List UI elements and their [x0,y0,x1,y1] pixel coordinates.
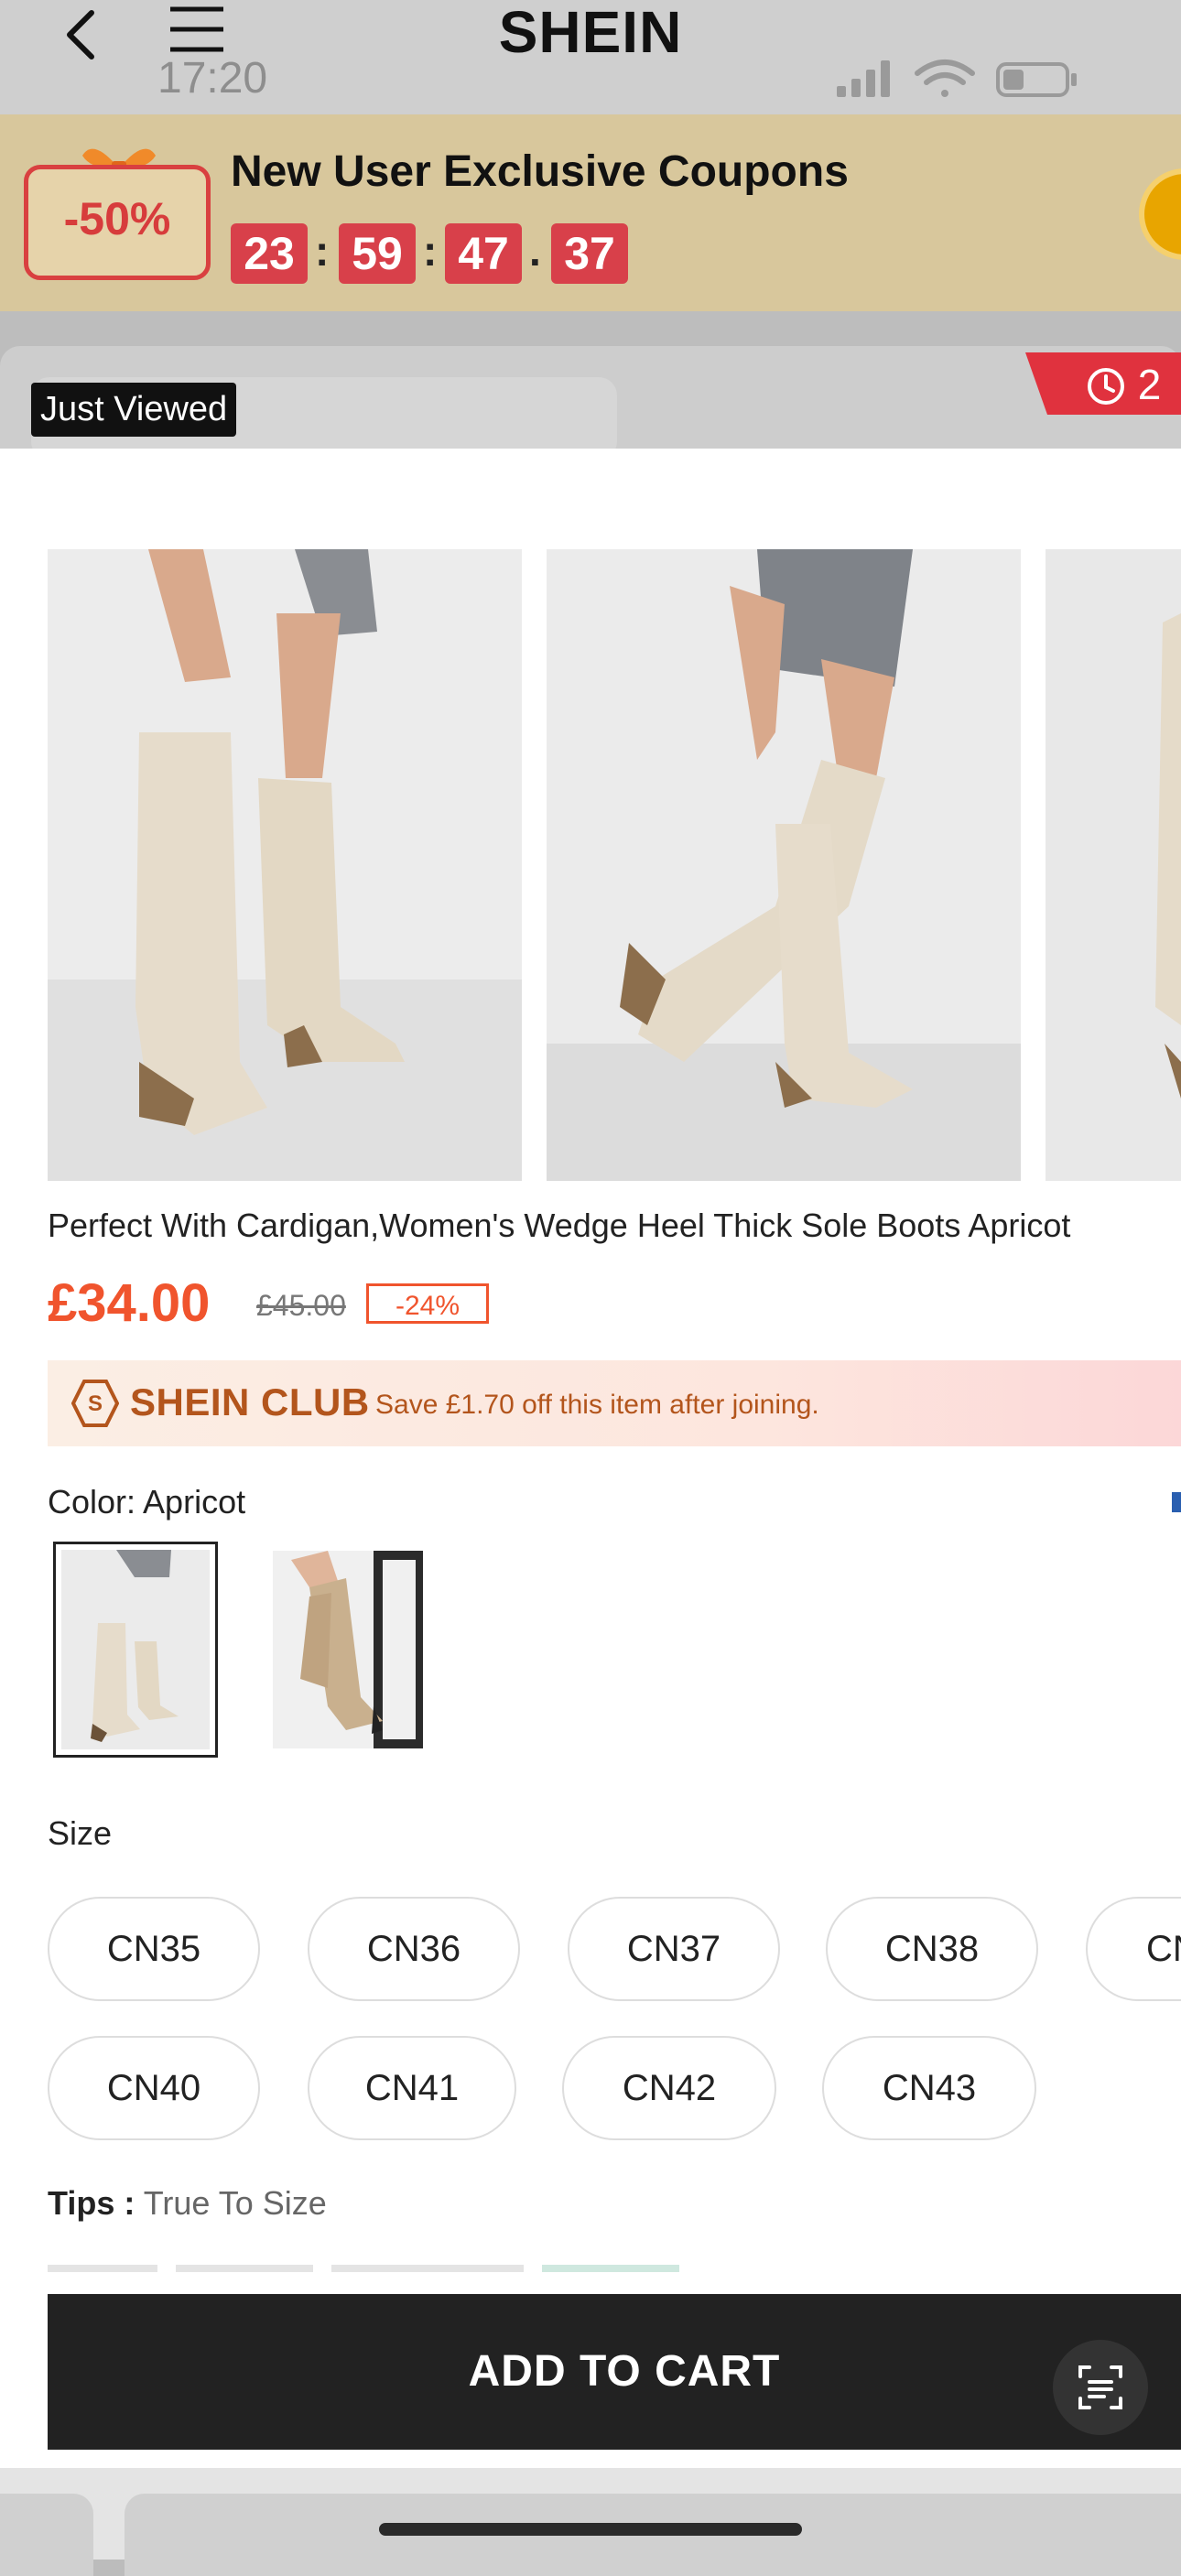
timer-centiseconds: 37 [551,223,628,284]
flash-sale-time: 2 [1137,361,1162,408]
swatch-khaki-image [273,1551,423,1748]
timer-separator: : [315,227,330,275]
tips-text: True To Size [143,2184,327,2222]
boots-side-image [547,549,1021,1181]
timer-separator: : [423,227,438,275]
timer-minutes: 59 [339,223,416,284]
swatch-apricot-image [61,1550,210,1749]
truncated-text [48,2265,679,2272]
color-swatch-khaki[interactable] [273,1551,423,1748]
wifi-icon [915,60,975,97]
battery-icon [996,62,1077,97]
size-option-cn40[interactable]: CN40 [48,2036,260,2140]
product-photo-3[interactable] [1046,549,1181,1181]
home-indicator[interactable] [379,2523,802,2536]
club-logo-icon: S [71,1380,119,1427]
product-photo-1[interactable] [48,549,522,1181]
tips-label: Tips : [48,2184,135,2222]
product-photo-2[interactable] [547,549,1021,1181]
timer-separator: . [529,227,541,275]
svg-text:S: S [88,1391,103,1416]
size-option-cn43[interactable]: CN43 [822,2036,1036,2140]
signal-icon [837,60,890,97]
product-title: Perfect With Cardigan,Women's Wedge Heel… [48,1207,1071,1244]
timer-seconds: 47 [445,223,522,284]
discount-badge: -24% [366,1283,489,1324]
color-swatch-apricot[interactable] [53,1542,218,1758]
size-option-cn42[interactable]: CN42 [562,2036,776,2140]
size-option-cn36[interactable]: CN36 [308,1897,520,2001]
color-view-icon[interactable] [1172,1492,1181,1512]
timer-hours: 23 [231,223,308,284]
status-icons [837,60,1077,97]
clock-icon [1088,368,1124,405]
club-brand: SHEIN CLUB [130,1380,370,1423]
coupon-title: New User Exclusive Coupons [231,147,849,196]
add-to-cart-label: ADD TO CART [468,2347,781,2396]
browser-tab-left[interactable] [0,2494,93,2576]
boots-front-image [48,549,522,1181]
size-option-cn38[interactable]: CN38 [826,1897,1038,2001]
club-savings-text: Save £1.70 off this item after joining. [375,1390,819,1420]
flash-sale-countdown: 2 [1086,357,1161,412]
size-option-cn35[interactable]: CN35 [48,1897,260,2001]
size-option-cn39[interactable]: CN39 [1086,1897,1181,2001]
coupon-discount: -50% [63,193,171,244]
size-tips: Tips : True To Size [48,2184,327,2223]
size-option-cn41[interactable]: CN41 [308,2036,516,2140]
original-price: £45.00 [256,1289,346,1322]
color-label: Color: Apricot [48,1483,246,1521]
boots-partial-image [1046,549,1181,1181]
scan-icon [1078,2365,1122,2409]
status-time: 17:20 [157,54,268,103]
scan-button[interactable] [1053,2340,1148,2435]
sale-price: £34.00 [48,1273,211,1333]
just-viewed-label: Just Viewed [31,383,237,437]
size-option-cn37[interactable]: CN37 [568,1897,780,2001]
size-label: Size [48,1814,113,1852]
